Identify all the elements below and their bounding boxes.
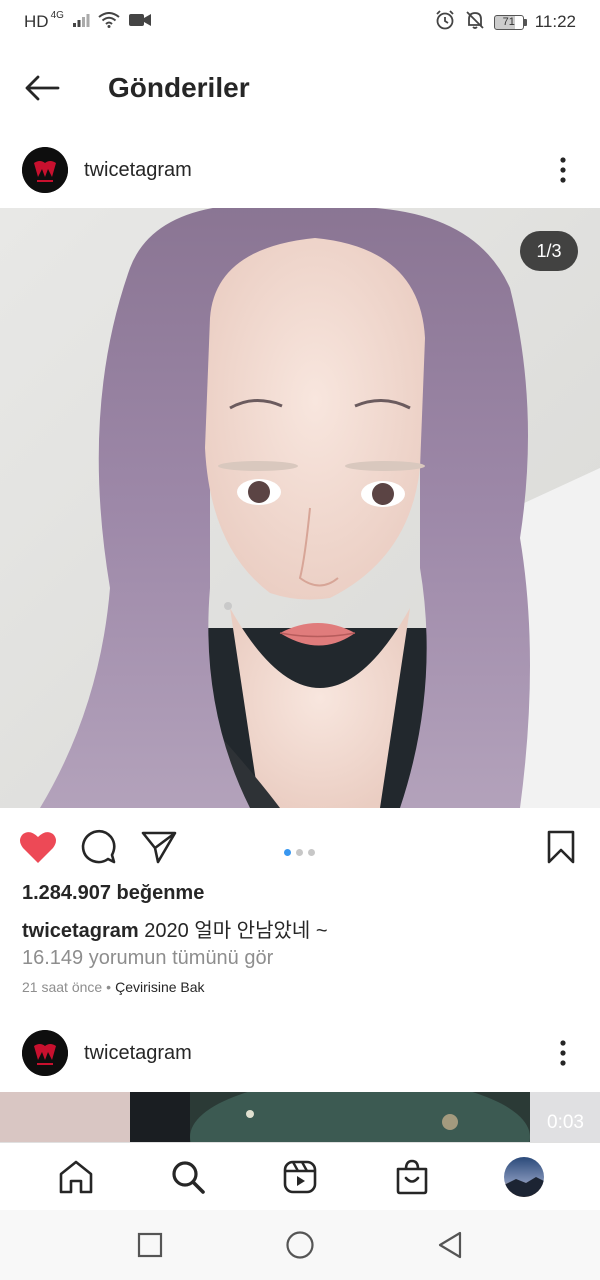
post-meta: 21 saat önce • Çevirisine Bak [22, 979, 205, 995]
video-thumbnail [0, 1092, 600, 1142]
twice-logo-icon [22, 1030, 68, 1076]
back-arrow-icon[interactable] [22, 68, 62, 108]
twice-logo-icon [22, 147, 68, 193]
post-video-preview[interactable] [0, 1092, 600, 1142]
carousel-dot [296, 849, 303, 856]
home-icon[interactable] [46, 1147, 106, 1207]
home-circle-icon[interactable] [280, 1225, 320, 1265]
carousel-dot [284, 849, 291, 856]
carousel-indicator [284, 849, 315, 856]
signal-type-label: 4G [50, 9, 64, 21]
status-left: HD 4G [24, 9, 152, 33]
search-icon[interactable] [158, 1147, 218, 1207]
video-icon [128, 12, 152, 33]
network-label: HD [24, 12, 49, 31]
more-options-icon[interactable] [548, 1033, 578, 1073]
system-nav [0, 1210, 600, 1280]
meta-separator: • [106, 979, 112, 995]
wifi-icon [98, 11, 120, 33]
post-actions [0, 812, 600, 882]
image-counter-badge: 1/3 [520, 231, 578, 271]
bookmark-icon[interactable] [541, 827, 581, 867]
shop-icon[interactable] [382, 1147, 442, 1207]
comment-icon[interactable] [79, 827, 119, 867]
caption-text: 2020 얼마 안남았네 ~ [144, 920, 328, 942]
more-options-icon[interactable] [548, 150, 578, 190]
post-photo[interactable]: 1/3 [0, 208, 600, 808]
portrait-image [0, 208, 600, 808]
battery-icon: 71 [493, 14, 527, 30]
profile-avatar-image [504, 1156, 544, 1197]
video-duration: 0:03 [547, 1112, 584, 1133]
time-ago: 21 saat önce [22, 979, 103, 995]
page-title: Gönderiler [108, 72, 250, 103]
signal-icon [72, 12, 90, 33]
heart-icon[interactable] [18, 827, 58, 867]
caption: twicetagram 2020 얼마 안남았네 ~ [22, 914, 328, 943]
post-username[interactable]: twicetagram [84, 1042, 548, 1065]
recents-icon[interactable] [130, 1225, 170, 1265]
view-comments-link[interactable]: 16.149 yorumun tümünü gör [22, 947, 273, 970]
app-header: Gönderiler [0, 44, 600, 132]
send-icon[interactable] [139, 827, 179, 867]
reels-icon[interactable] [270, 1147, 330, 1207]
post-header: twicetagram [0, 132, 600, 208]
caption-username[interactable]: twicetagram [22, 920, 139, 942]
avatar[interactable] [22, 1030, 68, 1076]
alarm-icon [434, 9, 456, 36]
bottom-nav [0, 1142, 600, 1210]
battery-level: 71 [493, 14, 524, 30]
avatar[interactable] [22, 147, 68, 193]
mute-icon [464, 9, 486, 36]
status-right: 71 11:22 [434, 9, 576, 36]
back-triangle-icon[interactable] [430, 1225, 470, 1265]
carousel-dot [308, 849, 315, 856]
post-header: twicetagram [0, 1015, 600, 1091]
post-username[interactable]: twicetagram [84, 159, 548, 182]
status-bar: HD 4G 71 11:22 [0, 0, 600, 44]
likes-count[interactable]: 1.284.907 beğenme [22, 882, 204, 905]
profile-avatar[interactable] [494, 1147, 554, 1207]
translate-link[interactable]: Çevirisine Bak [115, 979, 204, 995]
clock: 11:22 [534, 12, 576, 31]
